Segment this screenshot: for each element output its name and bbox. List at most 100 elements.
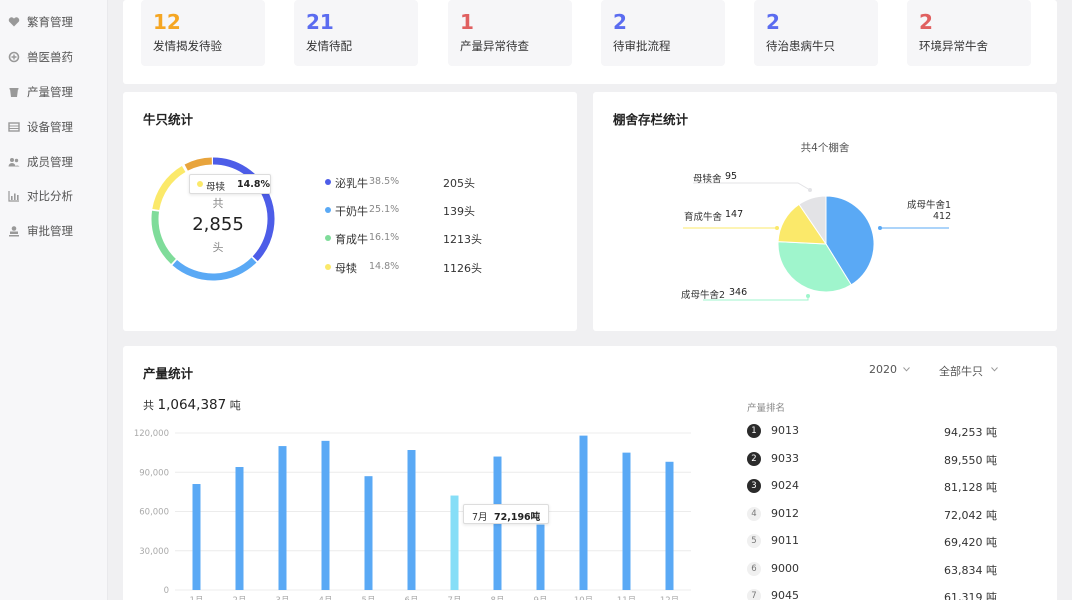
rank-id: 9024 <box>771 479 799 492</box>
ranking-title: 产量排名 <box>747 403 786 414</box>
x-tick-label: 4月 <box>319 596 333 600</box>
tooltip-value: 72,196吨 <box>494 512 541 523</box>
y-tick-label: 90,000 <box>139 468 169 478</box>
rank-badge: 6 <box>747 561 761 576</box>
legend-count: 1213头 <box>443 233 482 246</box>
stat-value: 2 <box>613 10 627 34</box>
sidebar-item-label: 繁育管理 <box>27 15 73 29</box>
bar[interactable] <box>407 450 416 590</box>
sidebar-item-veterinary[interactable]: 兽医兽药 <box>0 45 108 69</box>
barn-label-4-value: 95 <box>725 171 738 182</box>
barn-label-1-name: 成母牛舍1 <box>907 200 952 211</box>
ranking-row[interactable]: 7 9045 61,319 吨 <box>747 586 997 600</box>
barn-label-2-name: 成母牛舍2 <box>681 290 726 301</box>
x-tick-label: 12月 <box>660 596 679 600</box>
ranking-row[interactable]: 4 9012 72,042 吨 <box>747 504 997 524</box>
legend-count: 205头 <box>443 177 475 190</box>
cattle-select-value: 全部牛只 <box>939 365 983 378</box>
legend-item: 育成牛 16.1% 1213头 <box>325 229 525 247</box>
bar[interactable] <box>235 467 244 590</box>
barn-label-2-value: 346 <box>729 287 748 298</box>
device-icon <box>8 122 20 132</box>
stats-card: 12 发情揭发待验 21 发情待配 1 产量异常待查 2 待审批流程 2 待治患… <box>123 0 1057 84</box>
y-tick-label: 30,000 <box>139 547 169 557</box>
bar[interactable] <box>321 440 330 590</box>
sidebar-item-comparison[interactable]: 对比分析 <box>0 184 108 208</box>
bar[interactable] <box>364 476 373 590</box>
stat-value: 2 <box>919 10 933 34</box>
stat-label: 产量异常待查 <box>460 39 529 53</box>
sidebar-item-members[interactable]: 成员管理 <box>0 150 108 174</box>
pie-leader-dot <box>775 226 779 230</box>
x-tick-label: 11月 <box>617 596 636 600</box>
sidebar-item-approval[interactable]: 审批管理 <box>0 219 108 243</box>
x-tick-label: 2月 <box>233 596 247 600</box>
stat-estrus-check[interactable]: 12 发情揭发待验 <box>141 0 265 66</box>
legend-dot <box>325 207 331 213</box>
rank-id: 9012 <box>771 506 799 520</box>
stat-pending-approval[interactable]: 2 待审批流程 <box>601 0 725 66</box>
sidebar-item-breeding[interactable]: 繁育管理 <box>0 10 108 34</box>
rank-badge: 7 <box>747 589 761 600</box>
bar[interactable] <box>192 484 201 590</box>
stat-sick-cattle[interactable]: 2 待治患病牛只 <box>754 0 878 66</box>
bar[interactable] <box>665 461 674 590</box>
barn-pie-chart <box>683 182 949 301</box>
y-tick-label: 0 <box>164 586 169 596</box>
legend-pct: 16.1% <box>369 232 400 243</box>
legend-pct: 38.5% <box>369 176 400 187</box>
rank-value: 72,042 吨 <box>944 508 997 522</box>
x-tick-label: 1月 <box>190 596 204 600</box>
ranking-row[interactable]: 1 9013 94,253 吨 <box>747 421 997 441</box>
tooltip-name: 母犊 <box>206 182 226 193</box>
rank-value: 89,550 吨 <box>944 453 997 467</box>
bar[interactable] <box>278 446 287 590</box>
stat-env-abnormal[interactable]: 2 环境异常牛舍 <box>907 0 1031 66</box>
x-tick-label: 9月 <box>534 596 548 600</box>
tooltip-dot <box>197 181 203 187</box>
x-tick-label: 3月 <box>276 596 290 600</box>
rank-badge: 5 <box>747 534 761 548</box>
bar[interactable] <box>450 495 459 590</box>
stat-value: 12 <box>153 10 181 34</box>
donut-center-top: 共 <box>212 197 224 210</box>
rank-value: 63,834 吨 <box>944 563 997 577</box>
legend-count: 1126头 <box>443 262 482 275</box>
bar[interactable] <box>622 452 631 591</box>
rank-value: 61,319 吨 <box>944 591 997 600</box>
rank-badge: 1 <box>747 424 761 438</box>
rank-id: 9033 <box>771 451 799 465</box>
barn-label-4-name: 母犊舍 <box>693 174 722 185</box>
sidebar-item-equipment[interactable]: 设备管理 <box>0 115 108 139</box>
heart-icon <box>8 17 20 27</box>
x-tick-label: 8月 <box>491 596 505 600</box>
stat-label: 环境异常牛舍 <box>919 39 988 53</box>
ranking-row[interactable]: 5 9011 69,420 吨 <box>747 531 997 551</box>
rank-value: 94,253 吨 <box>944 426 997 439</box>
stat-estrus-breeding[interactable]: 21 发情待配 <box>294 0 418 66</box>
members-icon <box>8 158 20 167</box>
sidebar-item-label: 设备管理 <box>27 120 73 134</box>
bar[interactable] <box>579 435 588 590</box>
ranking-row[interactable]: 2 9033 89,550 吨 <box>747 449 997 469</box>
production-card: 产量统计 2020 全部牛只 共 1,064,387 吨 0 30,000 60,0… <box>123 346 1057 600</box>
sidebar-item-production[interactable]: 产量管理 <box>0 80 108 104</box>
donut-tooltip: 母犊 14.8% <box>189 174 271 194</box>
production-bar-chart: 0 30,000 60,000 90,000 120,000 1月 2月 3月 4月 5月 6月 7月… <box>134 429 691 600</box>
cattle-select[interactable]: 全部牛只 <box>939 363 1019 379</box>
pie-leader-dot <box>808 188 812 192</box>
year-select[interactable]: 2020 <box>869 363 939 376</box>
rank-value: 81,128 吨 <box>944 481 997 494</box>
legend-count: 139头 <box>443 205 475 218</box>
chevron-down-icon <box>903 367 910 372</box>
legend-item: 干奶牛 25.1% 139头 <box>325 201 525 219</box>
donut-slice[interactable] <box>172 257 257 281</box>
stat-yield-abnormal[interactable]: 1 产量异常待查 <box>448 0 572 66</box>
bar[interactable] <box>536 524 545 590</box>
y-tick-label: 120,000 <box>134 429 169 439</box>
ranking-row[interactable]: 6 9000 63,834 吨 <box>747 559 997 579</box>
legend-item: 母犊 14.8% 1126头 <box>325 258 525 276</box>
ranking-row[interactable]: 3 9024 81,128 吨 <box>747 476 997 496</box>
card-title: 牛只统计 <box>143 112 194 127</box>
donut-center-bottom: 头 <box>212 241 224 254</box>
